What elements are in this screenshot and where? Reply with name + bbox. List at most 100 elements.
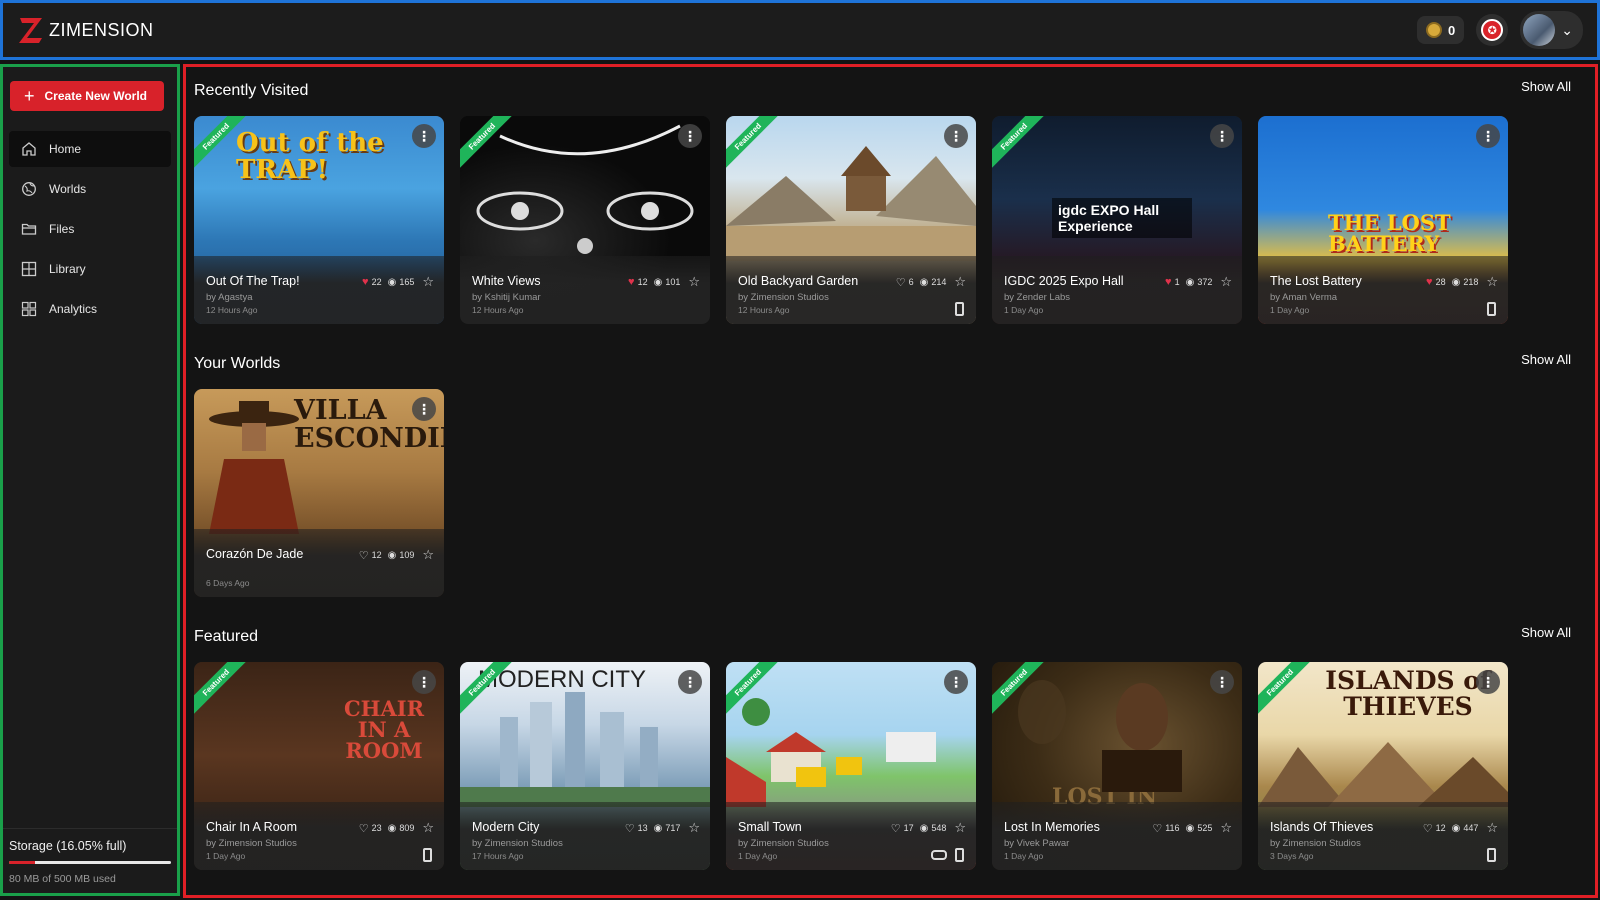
more-options-icon[interactable]: ⋮ xyxy=(1476,670,1500,694)
thumbnail-title-art: igdc EXPO Hall Experience xyxy=(1052,198,1192,238)
likes-stat[interactable]: ♡ 17 xyxy=(891,822,914,835)
world-card[interactable]: Out of the TRAP! Featured ⋮ Out Of The Trap… xyxy=(194,116,444,324)
world-card[interactable]: igdc EXPO Hall Experience Featured ⋮ IGDC 2… xyxy=(992,116,1242,324)
thumbnail-title-art: CHAIR IN A ROOM xyxy=(343,696,425,763)
world-author: by Zimension Studios xyxy=(738,292,829,303)
likes-stat[interactable]: ♡ 12 xyxy=(1423,822,1446,835)
more-options-icon[interactable]: ⋮ xyxy=(1210,124,1234,148)
star-icon[interactable]: ☆ xyxy=(954,820,966,836)
mobile-phone-icon xyxy=(1487,848,1496,862)
likes-stat[interactable]: ♡ 12 xyxy=(359,549,382,562)
likes-stat[interactable]: ♥ 1 xyxy=(1165,276,1180,288)
world-stats: ♡ 17 ◉ 548 ☆ xyxy=(891,820,966,836)
sidebar-nav: Home Worlds Files Library Analytics xyxy=(9,131,171,331)
world-author: by Kshitij Kumar xyxy=(472,292,541,303)
likes-stat[interactable]: ♡ 23 xyxy=(359,822,382,835)
sidebar-item-label: Library xyxy=(49,262,86,276)
world-card[interactable]: THE LOST BATTERY ⋮ The Lost Battery by Aman… xyxy=(1258,116,1508,324)
notification-button[interactable]: ✪ xyxy=(1476,14,1509,46)
more-options-icon[interactable]: ⋮ xyxy=(678,670,702,694)
star-icon[interactable]: ☆ xyxy=(954,274,966,290)
world-author: by Vivek Pawar xyxy=(1004,838,1070,849)
star-icon[interactable]: ☆ xyxy=(1220,820,1232,836)
badge-icon: ✪ xyxy=(1481,19,1504,41)
globe-icon xyxy=(21,181,37,197)
storage-panel: Storage (16.05% full) 80 MB of 500 MB us… xyxy=(3,828,177,893)
star-icon[interactable]: ☆ xyxy=(688,820,700,836)
home-icon xyxy=(21,141,37,157)
create-new-world-button[interactable]: + Create New World xyxy=(10,81,164,111)
analytics-icon xyxy=(21,301,37,317)
show-all-featured-link[interactable]: Show All xyxy=(1521,625,1571,640)
views-stat: ◉ 717 xyxy=(654,823,681,834)
featured-worlds-row: CHAIR IN A ROOM Featured ⋮ Chair In A Room b… xyxy=(194,662,1508,870)
world-stats: ♥ 28 ◉ 218 ☆ xyxy=(1426,274,1498,290)
star-icon[interactable]: ☆ xyxy=(688,274,700,290)
likes-stat[interactable]: ♥ 28 xyxy=(1426,276,1446,288)
supported-devices xyxy=(1487,302,1496,316)
sidebar-item-label: Analytics xyxy=(49,302,98,316)
world-card[interactable]: ISLANDS of THIEVES Featured ⋮ Islands Of Th… xyxy=(1258,662,1508,870)
star-icon[interactable]: ☆ xyxy=(1486,820,1498,836)
heart-icon: ♡ xyxy=(890,822,901,835)
sidebar-item-home[interactable]: Home xyxy=(9,131,171,167)
likes-count: 28 xyxy=(1435,277,1446,287)
more-options-icon[interactable]: ⋮ xyxy=(412,670,436,694)
likes-stat[interactable]: ♥ 12 xyxy=(628,276,648,288)
world-card[interactable]: VILLA ESCONDIDA⋮Corazón De Jade6 Days Ag… xyxy=(194,389,444,597)
sidebar-item-analytics[interactable]: Analytics xyxy=(9,291,171,327)
world-stats: ♡ 23 ◉ 809 ☆ xyxy=(359,820,434,836)
views-count: 165 xyxy=(399,277,415,287)
thumbnail-title-art: THE LOST BATTERY xyxy=(1328,210,1451,256)
more-options-icon[interactable]: ⋮ xyxy=(1476,124,1500,148)
more-options-icon[interactable]: ⋮ xyxy=(1210,670,1234,694)
mobile-phone-icon xyxy=(955,302,964,316)
likes-stat[interactable]: ♥ 22 xyxy=(362,276,382,288)
star-icon[interactable]: ☆ xyxy=(1486,274,1498,290)
world-stats: ♡ 6 ◉ 214 ☆ xyxy=(896,274,966,290)
city-skyline-art xyxy=(460,692,710,807)
more-options-icon[interactable]: ⋮ xyxy=(412,397,436,421)
sidebar-item-files[interactable]: Files xyxy=(9,211,171,247)
likes-stat[interactable]: ♡ 13 xyxy=(625,822,648,835)
world-timestamp: 6 Days Ago xyxy=(206,578,250,588)
sidebar-item-label: Worlds xyxy=(49,182,87,196)
world-title: IGDC 2025 Expo Hall xyxy=(1004,274,1124,288)
sidebar-item-worlds[interactable]: Worlds xyxy=(9,171,171,207)
views-stat: ◉ 218 xyxy=(1452,277,1479,288)
world-card[interactable]: Featured ⋮ Small Town by Zimension Studios 1… xyxy=(726,662,976,870)
likes-count: 17 xyxy=(903,823,914,833)
world-card[interactable]: Featured ⋮ White Views by Kshitij Kumar 12 H… xyxy=(460,116,710,324)
heart-icon: ♥ xyxy=(1165,276,1172,288)
brand-logo[interactable]: ZIMENSION xyxy=(17,15,154,45)
world-card[interactable]: LOST IN Featured ⋮ Lost In Memories by Vivek… xyxy=(992,662,1242,870)
world-card[interactable]: MODERN CITY Featured ⋮ Modern City by Zimens… xyxy=(460,662,710,870)
star-icon[interactable]: ☆ xyxy=(422,820,434,836)
likes-stat[interactable]: ♡ 116 xyxy=(1152,822,1179,835)
world-card[interactable]: CHAIR IN A ROOM Featured ⋮ Chair In A Room b… xyxy=(194,662,444,870)
section-title-recent: Recently Visited xyxy=(194,82,309,99)
show-all-recent-link[interactable]: Show All xyxy=(1521,79,1571,94)
views-count: 214 xyxy=(931,277,947,287)
more-options-icon[interactable]: ⋮ xyxy=(412,124,436,148)
more-options-icon[interactable]: ⋮ xyxy=(944,670,968,694)
more-options-icon[interactable]: ⋮ xyxy=(944,124,968,148)
show-all-your-worlds-link[interactable]: Show All xyxy=(1521,352,1571,367)
coin-balance[interactable]: 0 xyxy=(1417,16,1465,44)
star-icon[interactable]: ☆ xyxy=(422,547,434,563)
eye-icon: ◉ xyxy=(653,276,663,288)
likes-count: 116 xyxy=(1165,823,1180,833)
profile-menu-button[interactable]: ⌄ xyxy=(1520,11,1583,49)
heart-icon: ♥ xyxy=(362,276,369,288)
star-icon[interactable]: ☆ xyxy=(422,274,434,290)
star-icon[interactable]: ☆ xyxy=(1220,274,1232,290)
world-timestamp: 1 Day Ago xyxy=(1270,305,1310,315)
sidebar-item-library[interactable]: Library xyxy=(9,251,171,287)
eye-icon: ◉ xyxy=(653,822,663,834)
views-count: 109 xyxy=(399,550,415,560)
world-stats: ♥ 22 ◉ 165 ☆ xyxy=(362,274,434,290)
likes-stat[interactable]: ♡ 6 xyxy=(896,276,914,289)
more-options-icon[interactable]: ⋮ xyxy=(678,124,702,148)
supported-devices xyxy=(955,302,964,316)
world-card[interactable]: Featured ⋮ Old Backyard Garden by Zimension… xyxy=(726,116,976,324)
